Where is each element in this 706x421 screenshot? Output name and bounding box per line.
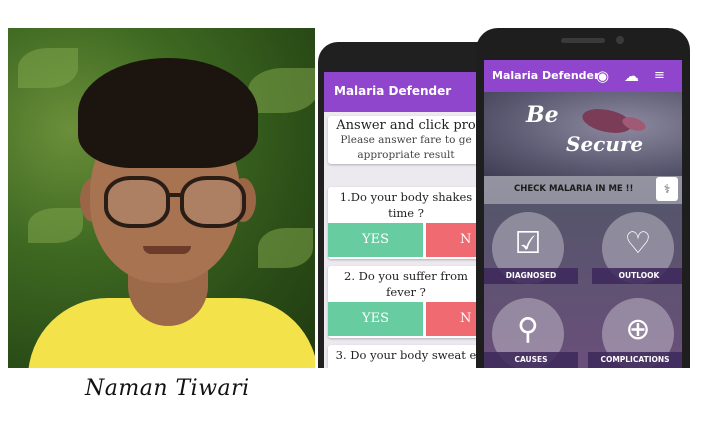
question-text: 2. Do you suffer from fever ?: [344, 269, 468, 299]
quiz-screen: Answer and click pro Please answer fare …: [324, 112, 484, 368]
app-title: Malaria Defender: [334, 84, 452, 98]
person-name-caption: Naman Tiwari: [85, 376, 250, 401]
intro-subtext-1: Please answer fare to ge: [340, 134, 472, 146]
cloud-download-icon[interactable]: ☁: [624, 66, 639, 86]
intro-subtext-2: appropriate result: [357, 149, 455, 161]
account-icon[interactable]: ◉: [596, 66, 609, 86]
quiz-phone: Malaria Defender Answer and click pro Pl…: [318, 42, 484, 368]
plus-circle-icon: ⊕: [625, 312, 651, 347]
tile-outlook-label: OUTLOOK: [592, 268, 682, 284]
question-text: 3. Do your body sweat e: [335, 348, 477, 362]
yes-button[interactable]: YES: [328, 302, 423, 336]
app-title: Malaria Defender: [492, 69, 600, 82]
app-bar: Malaria Defender ◉ ☁ ≡: [484, 60, 682, 92]
menu-icon[interactable]: ≡: [654, 66, 665, 86]
intro-heading: Answer and click pro: [336, 118, 476, 133]
home-screen: Be Secure CHECK MALARIA IN ME !! ⚕ ☑ DIA…: [484, 92, 682, 368]
banner-image: Be Secure: [484, 92, 682, 176]
portrait-photo: [8, 28, 315, 368]
phone-speaker: [561, 38, 605, 43]
tile-diagnosed-label: DIAGNOSED: [484, 268, 578, 284]
phone-camera: [616, 36, 624, 44]
tile-causes-label: CAUSES: [484, 352, 578, 368]
banner-text-secure: Secure: [566, 132, 644, 156]
home-phone: Malaria Defender ◉ ☁ ≡ Be Secure CHECK M…: [476, 28, 690, 368]
check-malaria-label: CHECK MALARIA IN ME !!: [514, 184, 634, 194]
intro-card: Answer and click pro Please answer fare …: [328, 116, 484, 164]
yes-button[interactable]: YES: [328, 223, 423, 257]
question-card-3: 3. Do your body sweat e: [328, 345, 484, 368]
heartbeat-icon: ♡: [624, 226, 652, 261]
question-card-1: 1.Do your body shakes time ? YES N: [328, 187, 484, 259]
magnifier-icon: ⚲: [517, 312, 539, 347]
check-malaria-button[interactable]: CHECK MALARIA IN ME !! ⚕: [484, 176, 682, 204]
question-text: 1.Do your body shakes time ?: [339, 190, 473, 220]
question-card-2: 2. Do you suffer from fever ? YES N: [328, 266, 484, 338]
tile-complications-label: COMPLICATIONS: [588, 352, 682, 368]
app-bar: Malaria Defender: [324, 72, 484, 112]
banner-text-be: Be: [526, 102, 559, 128]
clipboard-icon: ☑: [514, 226, 542, 261]
doctor-icon: ⚕: [656, 177, 678, 201]
